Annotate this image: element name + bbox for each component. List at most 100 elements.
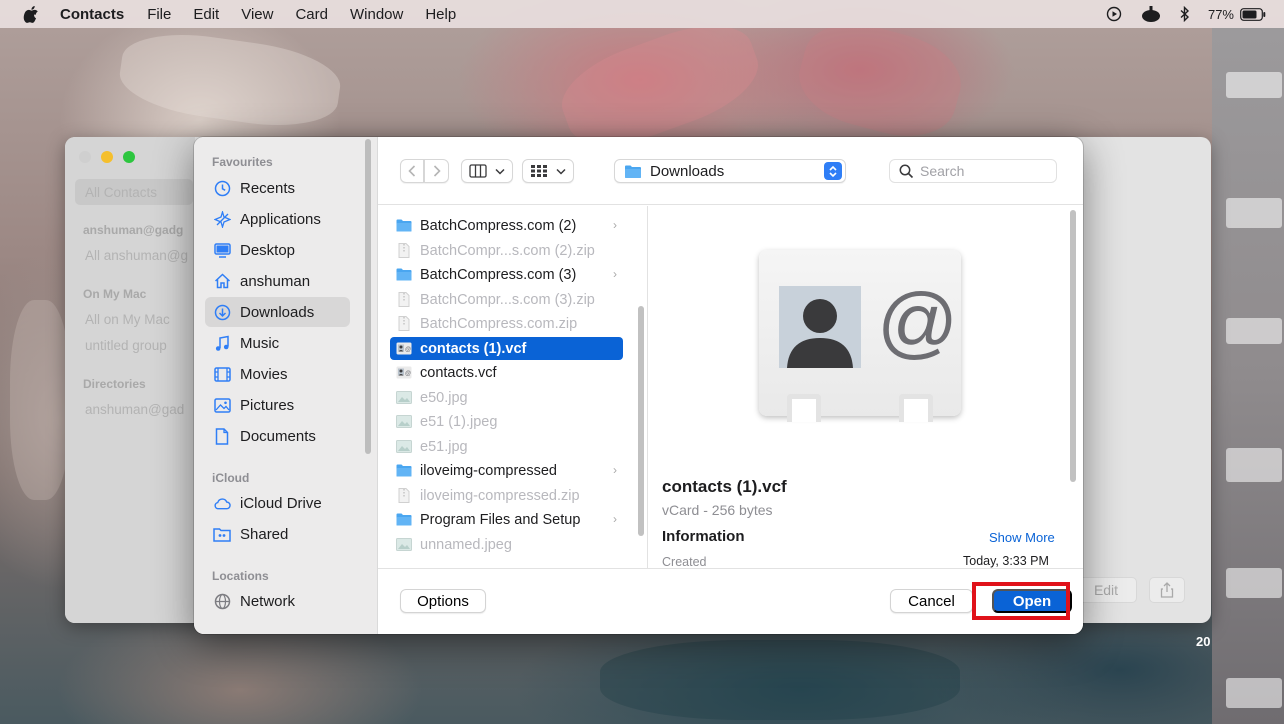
contacts-edit-button[interactable]: Edit: [1075, 577, 1137, 603]
pictures-icon: [213, 396, 231, 414]
folder-icon: [625, 165, 641, 178]
file-name: BatchCompress.com.zip: [420, 315, 578, 332]
menu-file[interactable]: File: [147, 6, 171, 23]
file-row-contacts-1-vcf[interactable]: @ contacts (1).vcf: [390, 337, 623, 360]
sidebar-item-applications[interactable]: Applications: [205, 204, 350, 234]
image-file-icon: [396, 439, 412, 455]
sidebar-item-music[interactable]: Music: [205, 328, 350, 358]
show-more-link[interactable]: Show More: [989, 530, 1055, 545]
location-popup-button[interactable]: Downloads: [614, 159, 846, 183]
dialog-toolbar: Downloads: [378, 137, 1083, 205]
dialog-button-bar: Options Cancel Open: [378, 568, 1083, 634]
file-row-contacts-vcf[interactable]: @ contacts.vcf: [390, 361, 623, 384]
menu-view[interactable]: View: [241, 6, 273, 23]
file-row-batchcompress-3-folder[interactable]: BatchCompress.com (3) ›: [390, 263, 623, 286]
contacts-share-button[interactable]: [1149, 577, 1185, 603]
zip-file-icon: [396, 292, 412, 308]
vcard-file-icon: @: [396, 341, 412, 357]
zoom-window-button[interactable]: [123, 151, 135, 163]
file-name: contacts.vcf: [420, 364, 497, 381]
sidebar-scrollbar[interactable]: [365, 139, 371, 454]
sidebar-item-desktop[interactable]: Desktop: [205, 235, 350, 265]
sidebar-item-network[interactable]: Network: [205, 586, 350, 616]
cancel-button[interactable]: Cancel: [890, 589, 973, 613]
contacts-all-contacts[interactable]: All Contacts: [85, 185, 157, 200]
menu-card[interactable]: Card: [295, 6, 328, 23]
sidebar-item-shared[interactable]: Shared: [205, 519, 350, 549]
chevron-down-icon: [495, 168, 505, 175]
file-name: Program Files and Setup: [420, 511, 581, 528]
contacts-on-my-mac-group: On My Mac: [83, 287, 147, 301]
view-mode-columns-button[interactable]: [461, 159, 513, 183]
menu-window[interactable]: Window: [350, 6, 403, 23]
close-window-button[interactable]: [79, 151, 91, 163]
contacts-account-item[interactable]: All anshuman@g: [85, 248, 188, 263]
app-extension-icon[interactable]: [1140, 5, 1162, 23]
menu-bar-status-area: 77%: [1106, 0, 1284, 28]
chevron-right-icon: ›: [613, 463, 617, 477]
forward-button[interactable]: [424, 159, 449, 183]
contacts-untitled-group[interactable]: untitled group: [85, 338, 167, 353]
chevron-down-icon: [556, 168, 566, 175]
sidebar-item-label: Recents: [240, 179, 296, 197]
shared-folder-icon: [213, 525, 231, 543]
sidebar-item-label: Pictures: [240, 396, 295, 414]
file-row-iloveimg-folder[interactable]: iloveimg-compressed ›: [390, 459, 623, 482]
battery-icon[interactable]: [1240, 7, 1266, 21]
file-name: BatchCompr...s.com (3).zip: [420, 291, 595, 308]
sidebar-item-movies[interactable]: Movies: [205, 359, 350, 389]
file-row-e51-jpg[interactable]: e51.jpg: [390, 435, 623, 458]
file-row-e50-jpg[interactable]: e50.jpg: [390, 386, 623, 409]
chevron-right-icon: ›: [613, 218, 617, 232]
minimize-window-button[interactable]: [101, 151, 113, 163]
columns-view-icon: [469, 164, 487, 178]
downloads-icon: [213, 303, 231, 321]
at-sign-icon: @: [877, 277, 959, 366]
contacts-directories-item[interactable]: anshuman@gad: [85, 402, 184, 417]
menu-bar: Contacts File Edit View Card Window Help…: [0, 0, 1284, 28]
menu-help[interactable]: Help: [425, 6, 456, 23]
search-input[interactable]: [920, 163, 1050, 179]
file-row-e51-1-jpeg[interactable]: e51 (1).jpeg: [390, 410, 623, 433]
sidebar-item-home[interactable]: anshuman: [205, 266, 350, 296]
music-icon: [213, 334, 231, 352]
bluetooth-icon[interactable]: [1180, 6, 1190, 22]
search-field[interactable]: [889, 159, 1057, 183]
file-row-iloveimg-zip[interactable]: iloveimg-compressed.zip: [390, 484, 623, 507]
file-row-batchcompress-3-zip[interactable]: BatchCompr...s.com (3).zip: [390, 288, 623, 311]
options-button[interactable]: Options: [400, 589, 486, 613]
menu-app-contacts[interactable]: Contacts: [60, 6, 124, 23]
sidebar-item-downloads[interactable]: Downloads: [205, 297, 350, 327]
apple-logo-icon[interactable]: [23, 5, 39, 23]
file-list-scrollbar[interactable]: [638, 306, 644, 536]
created-label: Created: [662, 555, 707, 568]
zip-file-icon: [396, 488, 412, 504]
sidebar-item-label: Documents: [240, 427, 316, 445]
file-row-unnamed-jpeg[interactable]: unnamed.jpeg: [390, 533, 623, 556]
menu-edit[interactable]: Edit: [193, 6, 219, 23]
file-row-batchcompress-2-zip[interactable]: BatchCompr...s.com (2).zip: [390, 239, 623, 262]
file-name: e51.jpg: [420, 438, 468, 455]
file-name: BatchCompress.com (3): [420, 266, 577, 283]
contacts-on-my-mac-item[interactable]: All on My Mac: [85, 312, 170, 327]
sidebar-item-icloud-drive[interactable]: iCloud Drive: [205, 488, 350, 518]
file-row-program-files-folder[interactable]: Program Files and Setup ›: [390, 508, 623, 531]
file-row-batchcompress-zip[interactable]: BatchCompress.com.zip: [390, 312, 623, 335]
sidebar-item-documents[interactable]: Documents: [205, 421, 350, 451]
share-icon: [1160, 582, 1174, 598]
open-button[interactable]: Open: [992, 589, 1072, 613]
location-label: Downloads: [650, 162, 725, 180]
chevron-right-icon: ›: [613, 512, 617, 526]
folder-icon: [396, 218, 412, 234]
contacts-account-group: anshuman@gadg: [83, 223, 184, 237]
svg-text:@: @: [405, 371, 411, 377]
back-button[interactable]: [400, 159, 424, 183]
file-name: BatchCompress.com (2): [420, 217, 577, 234]
sidebar-item-recents[interactable]: Recents: [205, 173, 350, 203]
file-row-batchcompress-2-folder[interactable]: BatchCompress.com (2) ›: [390, 214, 623, 237]
media-play-icon[interactable]: [1106, 6, 1122, 22]
movies-icon: [213, 365, 231, 383]
group-options-button[interactable]: [522, 159, 574, 183]
sidebar-item-pictures[interactable]: Pictures: [205, 390, 350, 420]
preview-scrollbar[interactable]: [1070, 210, 1076, 482]
